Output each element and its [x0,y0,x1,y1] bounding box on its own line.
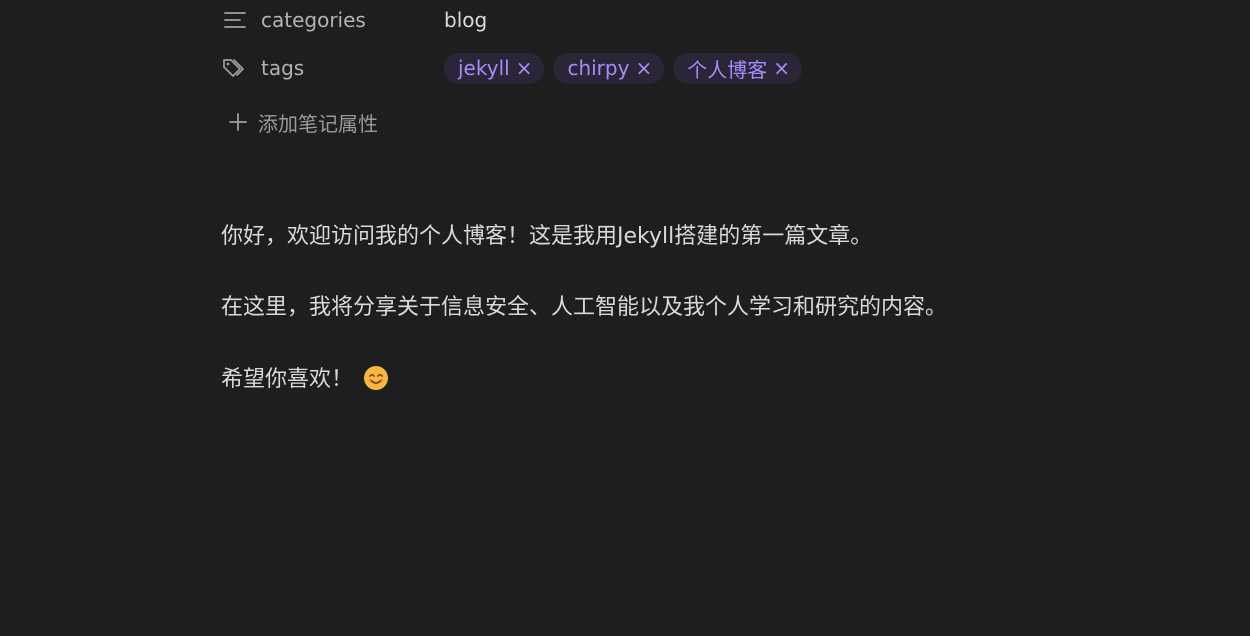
add-property-label: 添加笔记属性 [258,111,378,136]
plus-icon [226,110,250,134]
tag-list: jekyll × chirpy × 个人博客 × [444,52,802,84]
tag-remove-icon[interactable]: × [773,56,790,80]
tag-remove-icon[interactable]: × [516,56,533,80]
paragraph-3-text: 希望你喜欢！ [221,367,354,392]
tag-label[interactable]: 个人博客 [687,54,767,83]
tag-label[interactable]: jekyll [458,56,510,80]
paragraph-2: 在这里，我将分享关于信息安全、人工智能以及我个人学习和研究的内容。 [221,295,948,320]
list-icon [222,7,248,33]
property-key-tags[interactable]: tags [261,56,444,80]
property-key-categories[interactable]: categories [261,8,444,32]
tag-pill[interactable]: 个人博客 × [673,52,802,84]
paragraph-3: 希望你喜欢！ [221,361,389,393]
smiling-face-emoji-icon [363,365,389,391]
paragraph-1: 你好，欢迎访问我的个人博客！这是我用Jekyll搭建的第一篇文章。 [221,224,873,249]
property-row-categories: categories blog [222,4,1022,36]
property-row-tags: tags jekyll × chirpy × 个人博客 × [222,52,1022,84]
property-value-categories[interactable]: blog [444,8,487,32]
tag-pill[interactable]: jekyll × [444,52,545,84]
add-property-button[interactable]: 添加笔记属性 [226,106,378,138]
tag-label[interactable]: chirpy [567,56,629,80]
tag-pill[interactable]: chirpy × [553,52,665,84]
tags-icon [222,55,248,81]
tag-remove-icon[interactable]: × [635,56,652,80]
